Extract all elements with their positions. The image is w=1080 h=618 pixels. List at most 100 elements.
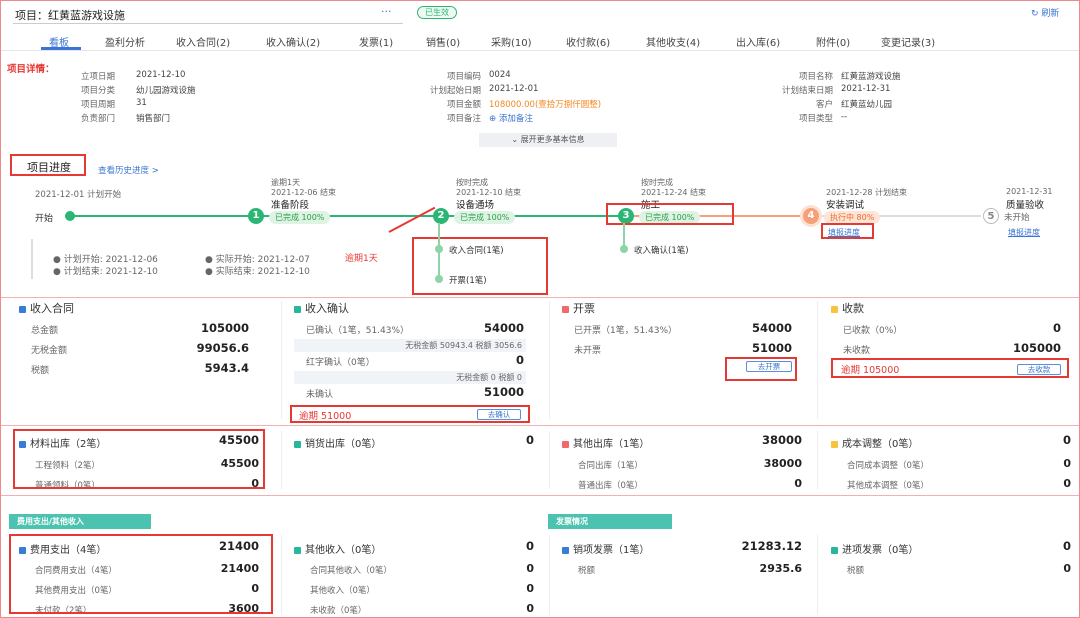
card-separator bbox=[281, 301, 282, 419]
branch3-line bbox=[623, 223, 625, 247]
card-icon bbox=[831, 306, 838, 313]
detail-label: 项目金额 bbox=[446, 100, 481, 110]
card-separator bbox=[817, 431, 818, 489]
card-row-label: 总金额 bbox=[31, 326, 59, 336]
card-value: 21283.12 bbox=[741, 539, 802, 553]
tab-bar-divider bbox=[1, 50, 1079, 51]
collect-button[interactable]: 去收款 bbox=[1017, 364, 1061, 375]
expand-more-button[interactable]: ⌄ 展开更多基本信息 bbox=[479, 133, 617, 147]
tab-1[interactable]: 盈利分析 bbox=[105, 34, 145, 49]
step-2-node: 2 bbox=[433, 208, 449, 224]
card-value: 0 bbox=[525, 433, 534, 447]
tab-2[interactable]: 收入合同(2) bbox=[176, 34, 230, 49]
card-row-label: 合同其他收入（0笔） bbox=[310, 566, 392, 576]
detail-value: 2021-12-01 bbox=[489, 84, 539, 94]
card-icon bbox=[19, 306, 26, 313]
card-row-value: 0 bbox=[794, 477, 802, 490]
card-value: 38000 bbox=[761, 433, 802, 447]
detail-heading: 项目详情： bbox=[7, 64, 55, 75]
card-row-value: 0 bbox=[526, 602, 534, 615]
detail-label: 计划起始日期 bbox=[429, 86, 481, 96]
card-separator bbox=[281, 535, 282, 615]
start-label: 开始 bbox=[35, 214, 54, 224]
step3-highlight bbox=[606, 203, 734, 225]
card-title: 开票 bbox=[562, 300, 595, 316]
card-row-label: 未收款（0笔） bbox=[310, 606, 367, 616]
tab-active-indicator bbox=[41, 47, 81, 50]
detail-value: 红黄蓝游戏设施 bbox=[841, 72, 901, 82]
branch-item: 开票(1笔) bbox=[449, 276, 487, 286]
step-status: 已完成 100% bbox=[269, 211, 331, 224]
detail-value: 幼儿园游戏设施 bbox=[136, 86, 196, 96]
card-separator bbox=[817, 535, 818, 615]
card-value: 0 bbox=[1062, 433, 1071, 447]
card-row-value: 38000 bbox=[763, 457, 802, 470]
confirm-overdue: 逾期 51000 bbox=[299, 411, 352, 422]
tab-5[interactable]: 销售(0) bbox=[426, 34, 460, 49]
card-title: 销货出库（0笔） bbox=[294, 435, 381, 450]
card-sub: 无税金额 50943.4 税额 3056.6 bbox=[294, 339, 526, 352]
detail-label: 项目名称 bbox=[798, 72, 833, 82]
timeline-line-done bbox=[71, 215, 631, 217]
tab-11[interactable]: 变更记录(3) bbox=[881, 34, 935, 49]
card-title: 进项发票（0笔） bbox=[831, 541, 918, 556]
card-row-value: 54000 bbox=[751, 321, 792, 335]
step4-highlight bbox=[821, 223, 874, 239]
detail-label: 负责部门 bbox=[81, 114, 116, 124]
tab-9[interactable]: 出入库(6) bbox=[736, 34, 780, 49]
tab-6[interactable]: 采购(10) bbox=[491, 34, 532, 49]
start-date: 2021-12-01 计划开始 bbox=[35, 190, 122, 200]
row2-top-border bbox=[1, 425, 1079, 426]
card-value: 0 bbox=[1062, 539, 1071, 553]
card-icon bbox=[831, 441, 838, 448]
card-title: 成本调整（0笔） bbox=[831, 435, 918, 450]
invoice-button[interactable]: 去开票 bbox=[746, 361, 792, 372]
card-row-label: 已收款（0%） bbox=[843, 326, 903, 336]
card-row-value: 0 bbox=[1052, 321, 1061, 335]
card-separator bbox=[281, 431, 282, 489]
card-row-label: 合同成本调整（0笔） bbox=[847, 461, 929, 471]
card-row-label: 税额 bbox=[578, 566, 596, 576]
detail-label: 项目类型 bbox=[798, 114, 833, 124]
card-icon bbox=[562, 441, 569, 448]
detail-value: 31 bbox=[136, 98, 147, 108]
tab-7[interactable]: 收付款(6) bbox=[566, 34, 610, 49]
tab-4[interactable]: 发票(1) bbox=[359, 34, 393, 49]
detail-value: 108000.00(壹拾万捌仟圆整) bbox=[489, 100, 602, 110]
card-row-value: 51000 bbox=[751, 341, 792, 355]
branch-item: 收入合同(1笔) bbox=[449, 246, 504, 256]
card-row-value: 2935.6 bbox=[759, 562, 802, 575]
step-name: 质量验收 bbox=[1006, 200, 1045, 211]
refresh-button[interactable]: ↻ 刷新 bbox=[1031, 6, 1059, 19]
history-link[interactable]: 查看历史进度 > bbox=[98, 164, 159, 176]
card-icon bbox=[831, 547, 838, 554]
card-title: 收入确认 bbox=[294, 300, 349, 316]
detail-label: 项目编码 bbox=[446, 72, 481, 82]
row3-top-border bbox=[1, 495, 1079, 496]
card-row-label: 无税金额 bbox=[31, 346, 68, 356]
status-badge: 已生效 bbox=[417, 6, 457, 19]
card-title: 其他出库（1笔） bbox=[562, 435, 649, 450]
more-button[interactable]: ··· bbox=[381, 5, 392, 18]
step-name: 安装调试 bbox=[826, 200, 865, 211]
detail-value: 销售部门 bbox=[136, 114, 171, 124]
confirm-button[interactable]: 去确认 bbox=[477, 409, 521, 420]
page-title: 项目：红黄蓝游戏设施 bbox=[15, 9, 125, 22]
collect-overdue: 逾期 105000 bbox=[841, 365, 900, 376]
material-box bbox=[13, 429, 265, 489]
detail-label: 计划结束日期 bbox=[781, 86, 833, 96]
card-row-label: 未收款 bbox=[843, 346, 871, 356]
tab-3[interactable]: 收入确认(2) bbox=[266, 34, 320, 49]
annotation-arrow bbox=[388, 206, 436, 233]
step-1-node: 1 bbox=[248, 208, 264, 224]
card-row-label: 其他收入（0笔） bbox=[310, 586, 375, 596]
detail-value: 红黄蓝幼儿园 bbox=[841, 100, 893, 110]
card-row-label: 未开票 bbox=[574, 346, 602, 356]
tab-8[interactable]: 其他收支(4) bbox=[646, 34, 700, 49]
branch-dot bbox=[620, 245, 628, 253]
fill-progress-link[interactable]: 填报进度 bbox=[1008, 227, 1040, 238]
card-icon bbox=[562, 306, 569, 313]
detail-value[interactable]: ⊕ 添加备注 bbox=[489, 112, 533, 124]
card-separator bbox=[549, 431, 550, 489]
tab-10[interactable]: 附件(0) bbox=[816, 34, 850, 49]
